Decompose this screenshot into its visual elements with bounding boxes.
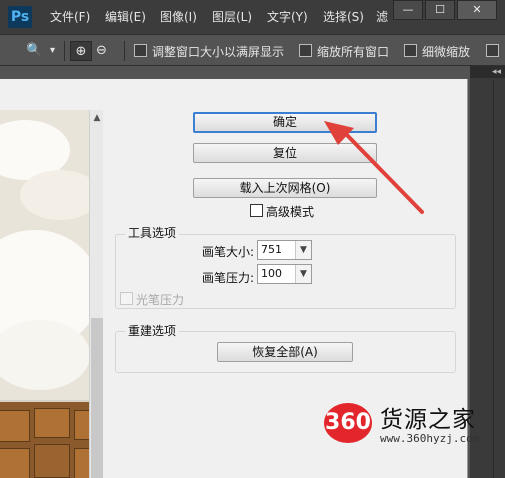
separator — [64, 41, 65, 61]
scrubby-zoom-label: 细微缩放 — [422, 45, 471, 59]
preview-texture — [0, 320, 89, 390]
preview-tile — [34, 408, 70, 438]
brush-size-combo[interactable]: 751 ▼ — [257, 240, 312, 260]
separator — [124, 41, 125, 61]
preview-tile — [74, 410, 89, 440]
brush-pressure-label: 画笔压力: — [202, 271, 255, 285]
restore-all-button[interactable]: 恢复全部(A) — [217, 342, 353, 362]
collapse-panels-icon[interactable]: ◂◂ — [470, 66, 505, 78]
zoom-tool-icon[interactable]: 🔍 — [26, 41, 42, 61]
tool-options-title: 工具选项 — [125, 224, 180, 241]
scroll-up-arrow-icon[interactable]: ▲ — [91, 113, 103, 123]
watermark-url: www.360hyzj.com — [380, 432, 480, 445]
ok-button[interactable]: 确定 — [193, 112, 377, 133]
reconstruct-options-title: 重建选项 — [125, 322, 180, 339]
brush-pressure-value[interactable]: 100 — [261, 267, 282, 280]
watermark-logo: 360 — [324, 403, 372, 443]
window-controls: — ☐ ✕ — [391, 0, 497, 20]
preview-tile — [34, 444, 70, 478]
image-preview[interactable] — [0, 110, 89, 478]
photoshop-logo: Ps — [8, 6, 32, 28]
maximize-button[interactable]: ☐ — [425, 0, 455, 20]
advanced-mode-label: 高级模式 — [266, 205, 315, 219]
minimize-button[interactable]: — — [393, 0, 423, 20]
menu-type[interactable]: 文字(Y) — [267, 8, 308, 25]
load-last-mesh-button[interactable]: 载入上次网格(O) — [193, 178, 377, 198]
preview-scrollbar[interactable]: ▲ — [89, 110, 103, 478]
resize-windows-label: 调整窗口大小以满屏显示 — [152, 45, 285, 59]
watermark-title: 货源之家 — [380, 407, 476, 433]
stylus-pressure-label: 光笔压力 — [136, 293, 185, 307]
menu-bar: Ps 文件(F) 编辑(E) 图像(I) 图层(L) 文字(Y) 选择(S) 滤… — [0, 0, 505, 34]
menu-file[interactable]: 文件(F) — [50, 8, 90, 25]
scrollbar-thumb[interactable] — [91, 318, 103, 478]
stylus-pressure-checkbox — [120, 292, 133, 305]
menu-image[interactable]: 图像(I) — [160, 8, 197, 25]
zoom-in-icon[interactable]: ⊕ — [70, 41, 92, 61]
preview-tile — [74, 448, 89, 478]
preview-tile — [0, 448, 30, 478]
advanced-mode-checkbox[interactable] — [250, 204, 263, 217]
brush-pressure-combo[interactable]: 100 ▼ — [257, 264, 312, 284]
menu-select[interactable]: 选择(S) — [323, 8, 364, 25]
tool-preset-dropdown-icon[interactable]: ▾ — [50, 41, 55, 61]
scrubby-zoom-checkbox[interactable] — [404, 44, 417, 57]
menu-layer[interactable]: 图层(L) — [212, 8, 252, 25]
zoom-out-icon[interactable]: ⊖ — [96, 41, 107, 61]
zoom-all-windows-label: 缩放所有窗口 — [317, 45, 390, 59]
chevron-down-icon[interactable]: ▼ — [295, 241, 311, 259]
options-bar: 🔍 ▾ ⊕ ⊖ 调整窗口大小以满屏显示 缩放所有窗口 细微缩放 — [0, 34, 505, 66]
panel-divider — [493, 80, 494, 478]
next-option-checkbox[interactable] — [486, 44, 499, 57]
menu-filter[interactable]: 滤 — [376, 8, 388, 25]
close-button[interactable]: ✕ — [457, 0, 497, 20]
zoom-all-windows-checkbox[interactable] — [299, 44, 312, 57]
resize-windows-checkbox[interactable] — [134, 44, 147, 57]
menu-edit[interactable]: 编辑(E) — [105, 8, 146, 25]
reset-button[interactable]: 复位 — [193, 143, 377, 163]
brush-size-value[interactable]: 751 — [261, 243, 282, 256]
brush-size-label: 画笔大小: — [202, 245, 255, 259]
preview-tile — [0, 410, 30, 442]
chevron-down-icon[interactable]: ▼ — [295, 265, 311, 283]
